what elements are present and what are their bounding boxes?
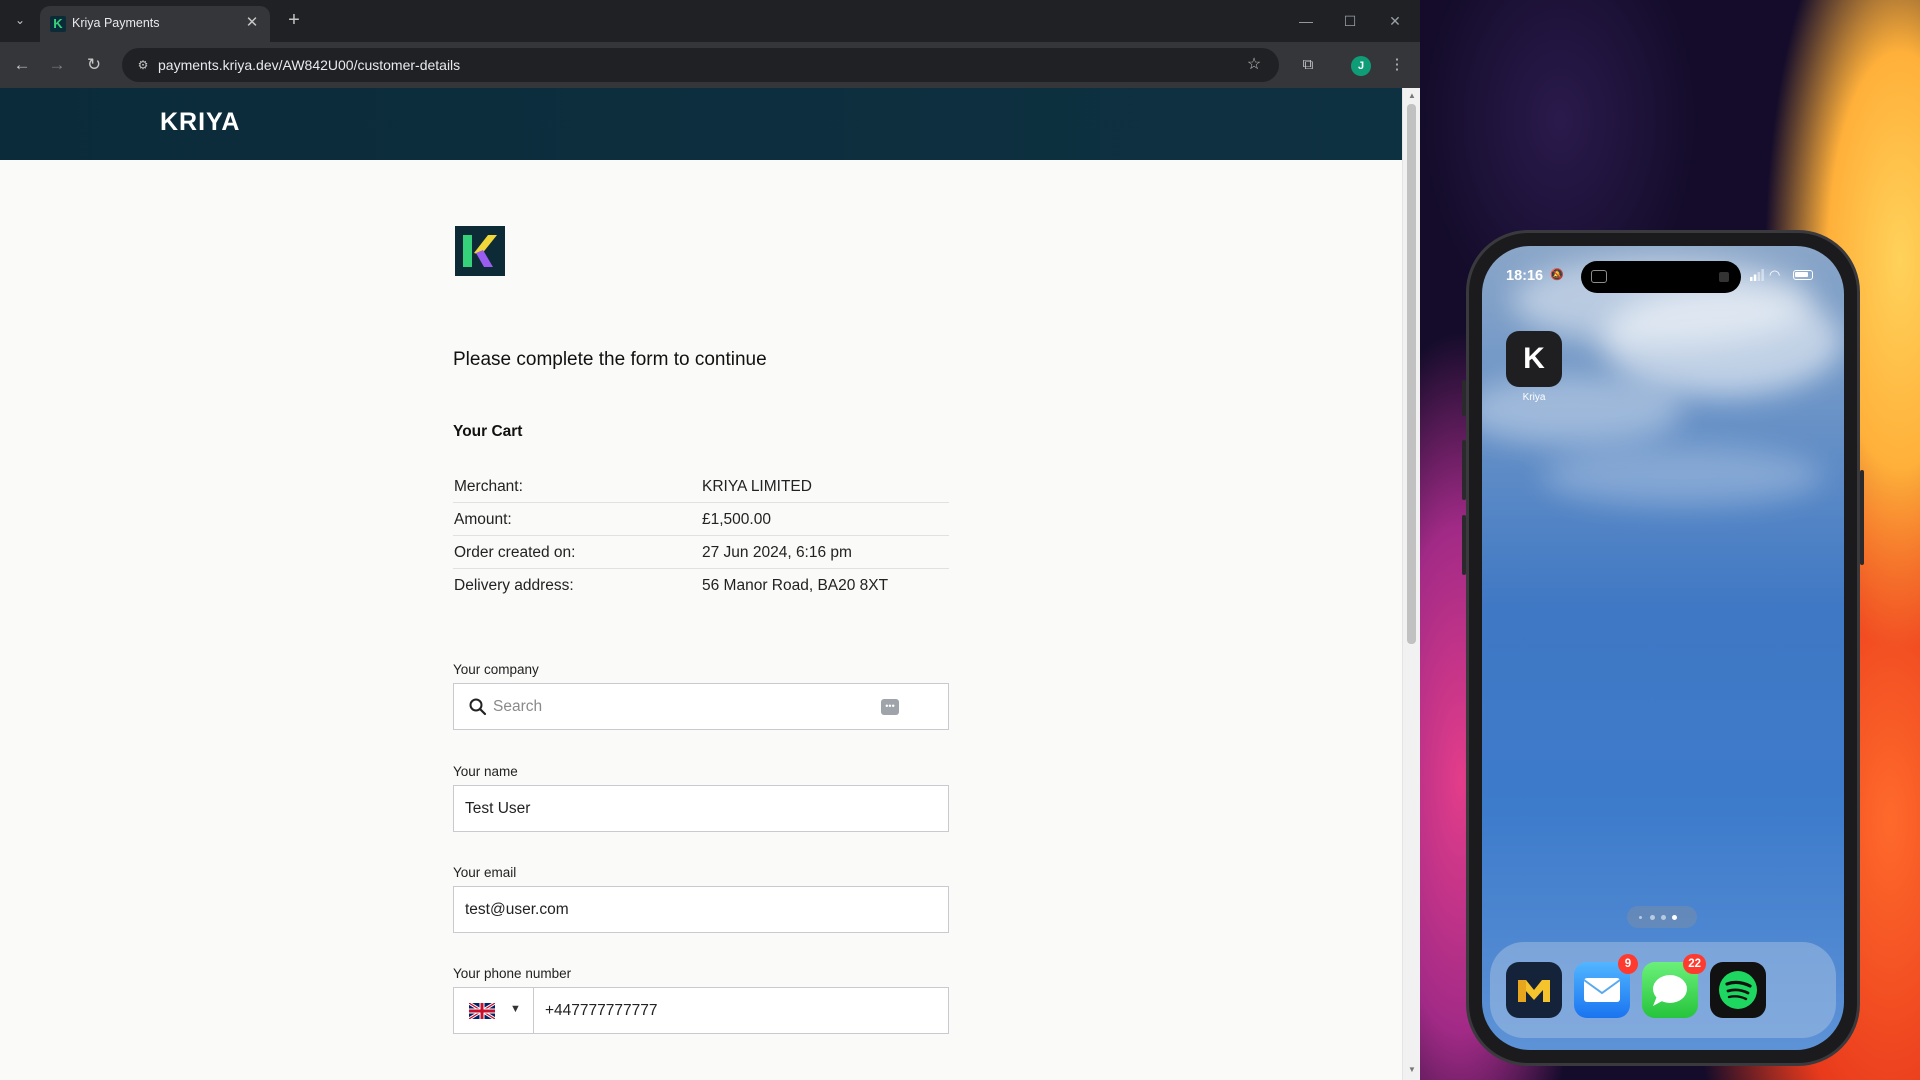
cart-row-order-created: Order created on: 27 Jun 2024, 6:16 pm bbox=[453, 536, 949, 569]
form-title: Please complete the form to continue bbox=[453, 349, 767, 370]
name-label: Your name bbox=[453, 764, 518, 779]
minimize-button[interactable]: — bbox=[1286, 10, 1326, 32]
cart-label: Delivery address: bbox=[454, 577, 574, 594]
autofill-dots-icon[interactable]: ••• bbox=[881, 699, 899, 715]
cart-label: Order created on: bbox=[454, 544, 576, 561]
back-button[interactable]: ← bbox=[10, 53, 34, 77]
cloud bbox=[1482, 376, 1682, 446]
phone-home-screen: 18:16 🔕 ◠ K Kriya 9 22 bbox=[1482, 246, 1844, 1050]
dynamic-island[interactable] bbox=[1581, 261, 1741, 293]
cellular-signal-icon bbox=[1750, 269, 1764, 281]
cart-value: 56 Manor Road, BA20 8XT bbox=[702, 577, 889, 594]
page-scrollbar[interactable]: ▲ ▼ bbox=[1402, 88, 1420, 1080]
cart-value: £1,500.00 bbox=[702, 511, 771, 528]
search-icon bbox=[469, 698, 487, 716]
cart-value: KRIYA LIMITED bbox=[702, 478, 812, 495]
maximize-button[interactable]: ☐ bbox=[1330, 10, 1370, 32]
tab-bar: ⌄ K Kriya Payments ✕ + — ☐ ✕ bbox=[0, 0, 1420, 42]
url-text: payments.kriya.dev/AW842U00/customer-det… bbox=[158, 57, 461, 73]
email-label: Your email bbox=[453, 865, 517, 880]
scroll-down-icon[interactable]: ▼ bbox=[1406, 1064, 1418, 1076]
wifi-icon: ◠ bbox=[1769, 267, 1781, 282]
page-dot bbox=[1661, 915, 1666, 920]
cart-row-merchant: Merchant: KRIYA LIMITED bbox=[453, 470, 949, 503]
chevron-down-icon: ▼ bbox=[510, 1003, 521, 1015]
cart-label: Amount: bbox=[454, 511, 512, 528]
silent-bell-icon: 🔕 bbox=[1550, 269, 1564, 281]
close-tab-icon[interactable]: ✕ bbox=[242, 13, 262, 33]
bookmark-star-icon[interactable]: ☆ bbox=[1243, 54, 1265, 76]
site-header: KRIYA bbox=[0, 88, 1402, 160]
email-value: test@user.com bbox=[465, 901, 569, 918]
company-search-input[interactable]: Search ••• bbox=[453, 683, 949, 730]
reload-button[interactable]: ↻ bbox=[82, 53, 106, 77]
page-dot-active bbox=[1672, 915, 1677, 920]
home-page-dots[interactable] bbox=[1627, 906, 1697, 928]
address-bar[interactable]: ⚙ payments.kriya.dev/AW842U00/customer-d… bbox=[122, 48, 1279, 82]
kriya-wordmark[interactable]: KRIYA bbox=[160, 108, 241, 137]
phone-field[interactable]: ▼ +447777777777 bbox=[453, 987, 949, 1034]
name-value: Test User bbox=[465, 800, 531, 817]
search-placeholder: Search bbox=[493, 698, 543, 715]
cart-table: Merchant: KRIYA LIMITED Amount: £1,500.0… bbox=[453, 470, 949, 602]
cart-title: Your Cart bbox=[453, 423, 523, 440]
extensions-icon[interactable]: ⧉ bbox=[1296, 53, 1320, 77]
cloud bbox=[1542, 446, 1822, 506]
tab-search-icon[interactable]: ⌄ bbox=[8, 8, 32, 32]
page-dot bbox=[1650, 915, 1655, 920]
kriya-favicon-icon: K bbox=[50, 16, 66, 32]
phone-value: +447777777777 bbox=[545, 1002, 658, 1019]
phone-power-button bbox=[1860, 470, 1864, 565]
browser-window: ⌄ K Kriya Payments ✕ + — ☐ ✕ ← → ↻ ⚙ pay… bbox=[0, 0, 1420, 1080]
camera-indicator-icon bbox=[1719, 272, 1729, 282]
kriya-app-icon[interactable]: K bbox=[1506, 331, 1562, 387]
phone-label: Your phone number bbox=[453, 966, 572, 981]
company-label: Your company bbox=[453, 662, 539, 677]
forward-button[interactable]: → bbox=[45, 53, 69, 77]
site-info-icon[interactable]: ⚙ bbox=[134, 56, 152, 74]
page-dot bbox=[1639, 916, 1642, 919]
profile-avatar[interactable]: J bbox=[1351, 56, 1371, 76]
uk-flag-icon bbox=[469, 1003, 495, 1019]
mail-icon[interactable]: 9 bbox=[1574, 954, 1638, 1018]
cart-label: Merchant: bbox=[454, 478, 523, 495]
m-logo-icon[interactable] bbox=[1506, 962, 1562, 1018]
browser-toolbar: ← → ↻ ⚙ payments.kriya.dev/AW842U00/cust… bbox=[0, 42, 1420, 88]
scroll-up-icon[interactable]: ▲ bbox=[1406, 90, 1418, 102]
tab-title: Kriya Payments bbox=[72, 16, 160, 30]
messages-icon[interactable]: 22 bbox=[1642, 954, 1706, 1018]
cart-row-amount: Amount: £1,500.00 bbox=[453, 503, 949, 536]
battery-icon bbox=[1793, 270, 1813, 280]
new-tab-button[interactable]: + bbox=[282, 9, 306, 33]
close-window-button[interactable]: ✕ bbox=[1375, 10, 1415, 32]
kriya-app-label: Kriya bbox=[1522, 392, 1546, 403]
email-field[interactable]: test@user.com bbox=[453, 886, 949, 933]
scroll-thumb[interactable] bbox=[1407, 104, 1416, 644]
status-time: 18:16 bbox=[1506, 268, 1544, 284]
tab-kriya-payments[interactable]: K Kriya Payments ✕ bbox=[40, 6, 270, 42]
kriya-k-logo bbox=[455, 226, 505, 276]
spotify-icon[interactable] bbox=[1710, 962, 1766, 1018]
name-field[interactable]: Test User bbox=[453, 785, 949, 832]
dock: 9 22 bbox=[1490, 942, 1836, 1038]
battery-level bbox=[1795, 272, 1808, 277]
cart-value: 27 Jun 2024, 6:16 pm bbox=[702, 544, 852, 561]
messages-badge: 22 bbox=[1683, 954, 1706, 974]
cloud bbox=[1602, 286, 1842, 396]
mail-badge: 9 bbox=[1618, 954, 1638, 974]
cart-row-delivery-address: Delivery address: 56 Manor Road, BA20 8X… bbox=[453, 569, 949, 602]
menu-kebab-icon[interactable]: ⋮ bbox=[1385, 53, 1409, 77]
country-code-select[interactable]: ▼ bbox=[454, 988, 534, 1033]
screen-mirroring-icon bbox=[1591, 270, 1607, 283]
